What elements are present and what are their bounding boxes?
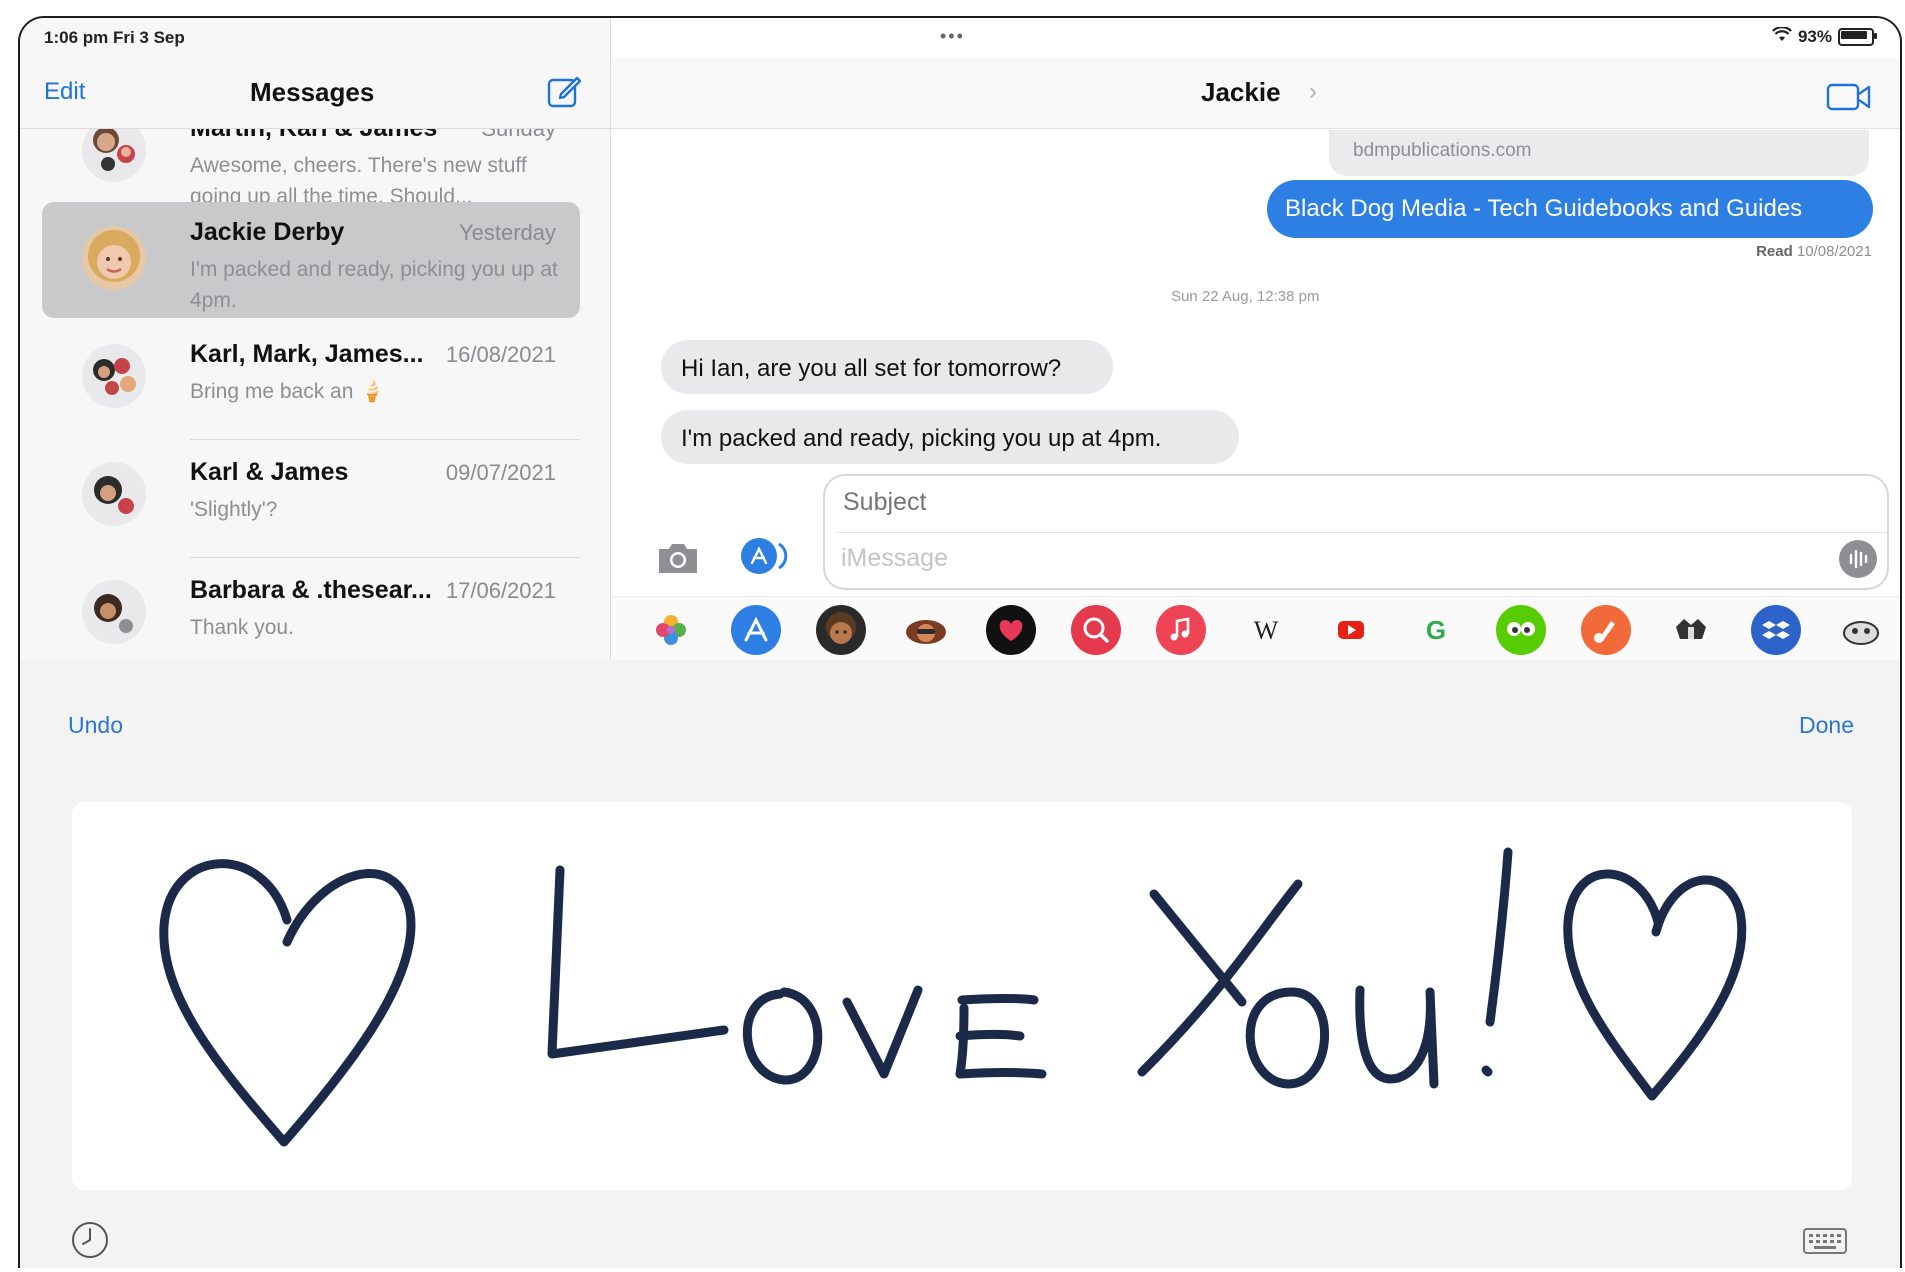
message-text: Hi Ian, are you all set for tomorrow? <box>681 355 1062 382</box>
link-domain: bdmpublications.com <box>1353 140 1532 161</box>
animoji-icon[interactable] <box>1666 605 1716 655</box>
conversation-name: Karl & James <box>190 458 349 486</box>
status-right: 93% <box>1771 26 1877 47</box>
conversation-row-selected[interactable]: Jackie Derby Yesterday I'm packed and re… <box>42 202 580 318</box>
undo-button[interactable]: Undo <box>68 712 123 739</box>
edit-button[interactable]: Edit <box>44 78 85 106</box>
row-divider <box>190 439 580 440</box>
multitasking-dots[interactable]: ••• <box>940 26 965 47</box>
conversation-list[interactable]: Martin, Karl & James Sunday Awesome, che… <box>20 128 610 660</box>
handwriting-canvas[interactable] <box>72 802 1852 1190</box>
app-store-icon[interactable] <box>731 605 781 655</box>
group-avatar <box>82 580 146 644</box>
conversation-row[interactable]: Karl, Mark, James... 16/08/2021 Bring me… <box>42 324 580 440</box>
music-icon[interactable] <box>1156 605 1206 655</box>
group-avatar <box>82 344 146 408</box>
input-divider <box>837 532 1887 533</box>
message-timestamp: Sun 22 Aug, 12:38 pm <box>1171 288 1320 305</box>
contact-name-button[interactable]: Jackie <box>1201 77 1281 108</box>
imessage-input[interactable]: iMessage <box>841 544 948 573</box>
received-message-bubble[interactable]: I'm packed and ready, picking you up at … <box>661 410 1239 464</box>
conversation-date: Yesterday <box>458 220 556 245</box>
read-date: 10/08/2021 <box>1796 243 1872 260</box>
google-icon[interactable]: G <box>1411 605 1461 655</box>
received-message-bubble[interactable]: Hi Ian, are you all set for tomorrow? <box>661 340 1113 394</box>
contact-avatar <box>82 226 146 290</box>
google-glyph: G <box>1426 615 1446 645</box>
status-time: 1:06 pm Fri 3 Sep <box>44 28 185 47</box>
conversation-date: Sunday <box>481 128 556 141</box>
conversation-sidebar: Edit Messages Martin, Karl & James Sunda… <box>20 18 611 660</box>
battery-icon <box>1838 28 1877 46</box>
duolingo-icon[interactable] <box>1496 605 1546 655</box>
row-divider <box>190 557 580 558</box>
sent-link-bubble[interactable]: Black Dog Media - Tech Guidebooks and Gu… <box>1267 180 1873 238</box>
app-drawer: W G <box>611 596 1900 661</box>
conversation-date: 09/07/2021 <box>445 460 556 485</box>
conversation-name: Karl, Mark, James... <box>190 340 424 368</box>
conversation-preview: 'Slightly'? <box>190 498 278 521</box>
conversation-nav-bar: Jackie › <box>611 58 1900 129</box>
conversation-preview: I'm packed and ready, picking you up at … <box>190 258 558 312</box>
battery-percent: 93% <box>1797 27 1832 46</box>
read-label: Read <box>1756 243 1793 260</box>
ipad-screen: 1:06 pm Fri 3 Sep ••• 93% Edit Messages … <box>18 16 1902 1268</box>
status-bar: 1:06 pm Fri 3 Sep ••• 93% <box>20 18 1900 58</box>
message-compose-box[interactable]: iMessage <box>823 474 1889 590</box>
conversation-preview: Thank you. <box>190 616 294 639</box>
memoji-icon[interactable] <box>816 605 866 655</box>
camera-icon[interactable] <box>655 540 701 576</box>
wikipedia-glyph: W <box>1254 616 1279 645</box>
link-title: Black Dog Media - Tech Guidebooks and Gu… <box>1285 195 1803 222</box>
conversation-name: Martin, Karl & James <box>190 128 438 142</box>
conversation-name: Barbara & .thesear... <box>190 576 432 604</box>
conversation-row[interactable]: Karl & James 09/07/2021 'Slightly'? <box>42 442 580 558</box>
image-search-icon[interactable] <box>1071 605 1121 655</box>
facetime-video-icon[interactable] <box>1826 82 1872 112</box>
link-preview-card[interactable]: bdmpublications.com <box>1329 130 1869 176</box>
youtube-icon[interactable] <box>1326 605 1376 655</box>
read-receipt: Read 10/08/2021 <box>1756 243 1872 260</box>
app-store-button[interactable] <box>739 536 791 576</box>
memoji-stickers-icon[interactable] <box>901 605 951 655</box>
sidebar-title: Messages <box>250 77 375 107</box>
sticker-icon[interactable] <box>1836 605 1886 655</box>
photos-icon[interactable] <box>646 605 696 655</box>
handwritten-love-you <box>159 847 1747 1147</box>
conversation-preview: Bring me back an 🍦 <box>190 380 386 403</box>
conversation-date: 17/06/2021 <box>445 578 556 603</box>
handwriting-panel: Undo Done <box>20 660 1900 1268</box>
done-button[interactable]: Done <box>1799 712 1854 739</box>
message-text: I'm packed and ready, picking you up at … <box>681 425 1162 452</box>
digital-touch-icon[interactable] <box>986 605 1036 655</box>
group-avatar <box>82 128 146 182</box>
sidebar-nav-bar: Edit Messages <box>20 58 610 129</box>
wikipedia-icon[interactable]: W <box>1241 605 1291 655</box>
conversation-name: Jackie Derby <box>190 218 345 246</box>
conversation-date: 16/08/2021 <box>445 342 556 367</box>
dropbox-icon[interactable] <box>1751 605 1801 655</box>
subject-input[interactable] <box>841 487 1865 518</box>
conversation-pane: Jackie › bdmpublications.com Black Dog M… <box>611 18 1900 661</box>
compose-icon[interactable] <box>547 74 582 108</box>
recent-handwriting-clock-icon[interactable] <box>70 1220 110 1260</box>
keyboard-icon[interactable] <box>1802 1226 1848 1256</box>
group-avatar <box>82 462 146 526</box>
audio-message-icon[interactable] <box>1839 540 1877 578</box>
wifi-icon <box>1771 26 1792 47</box>
garageband-icon[interactable] <box>1581 605 1631 655</box>
conversation-row[interactable]: Barbara & .thesear... 17/06/2021 Thank y… <box>42 560 580 660</box>
chevron-right-icon[interactable]: › <box>1309 78 1317 106</box>
